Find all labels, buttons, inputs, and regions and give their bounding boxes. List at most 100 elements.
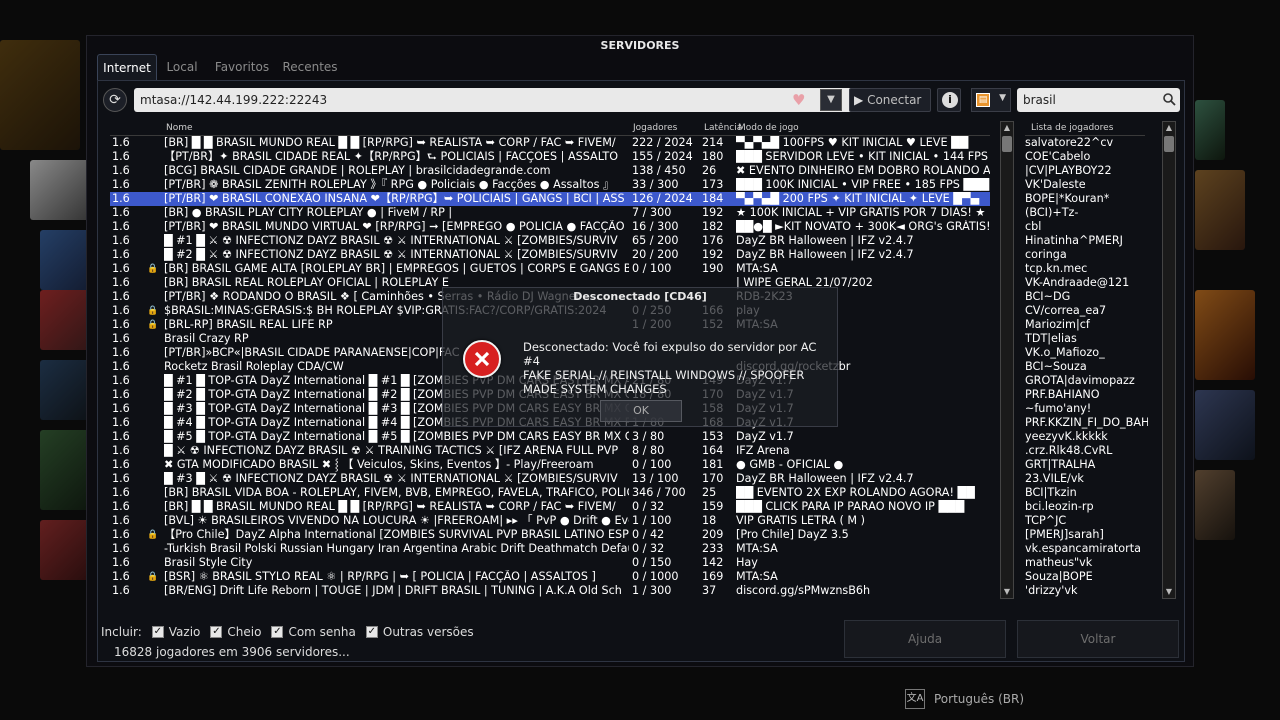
table-row[interactable]: 1.6 [BR/ENG] Drift Life Reborn | TOUGE | … [110, 584, 990, 598]
server-players: 0 / 32 [632, 542, 665, 555]
ok-button[interactable]: OK [600, 400, 682, 422]
language-label: Português (BR) [934, 692, 1024, 706]
scroll-up-icon[interactable]: ▲ [1001, 122, 1013, 134]
server-latency: 169 [702, 570, 724, 583]
server-latency: 209 [702, 528, 724, 541]
refresh-button[interactable]: ⟳ [103, 88, 127, 112]
list-item: VK'Daleste [1025, 178, 1086, 191]
server-latency: 176 [702, 234, 724, 247]
server-latency: 184 [702, 192, 724, 205]
back-button[interactable]: Voltar [1017, 620, 1179, 658]
player-list-scrollbar[interactable]: ▲ ▼ [1162, 121, 1176, 599]
server-mode: MTA:SA [736, 262, 778, 275]
table-row[interactable]: 1.6 █ #3 █ ⚔ ☢ INFECTIONZ DAYZ BRASIL ☢ ⚔… [110, 472, 990, 486]
list-item: BCI~DG [1025, 290, 1071, 303]
scroll-thumb[interactable] [1164, 136, 1174, 152]
table-row[interactable]: 1.6 -Turkish Brasil Polski Russian Hungar… [110, 542, 990, 556]
search-value: brasil [1023, 93, 1056, 107]
table-row[interactable]: 1.6 🔒 [BR] BRASIL GAME ALTA [ROLEPLAY BR] … [110, 262, 990, 276]
column-latency[interactable]: Latência [704, 121, 742, 135]
table-row[interactable]: 1.6 [BVL] ☀ BRASILEIROS VIVENDO NA LOUCUR… [110, 514, 990, 528]
table-row[interactable]: 1.6 🔒 【Pro Chile】DayZ Alpha International … [110, 528, 990, 542]
checkbox-empty[interactable]: ✓ Vazio [151, 625, 200, 639]
server-version: 1.6 [112, 528, 130, 541]
scroll-down-icon[interactable]: ▼ [1001, 586, 1013, 598]
tab-recent[interactable]: Recentes [282, 54, 338, 80]
server-players: 0 / 100 [632, 458, 672, 471]
scroll-thumb[interactable] [1002, 136, 1012, 152]
table-row[interactable]: 1.6 [BR] BRASIL VIDA BOA - ROLEPLAY, FIVE… [110, 486, 990, 500]
server-name: [BR] █ █ BRASIL MUNDO REAL █ █ [RP/RPG] … [164, 500, 616, 513]
table-row[interactable]: 1.6 █ #1 █ ⚔ ☢ INFECTIONZ DAYZ BRASIL ☢ ⚔… [110, 234, 990, 248]
table-row[interactable]: 1.6 [PT/BR] BRASIL VEANTY LITE ROLEPLAY |… [110, 598, 990, 599]
address-dropdown-button[interactable]: ▼ [820, 89, 842, 111]
server-version: 1.6 [112, 598, 146, 599]
server-name: [BR/ENG] Drift Life Reborn | TOUGE | JDM… [164, 584, 622, 597]
table-row[interactable]: 1.6 [PT/BR] ❤ BRASIL CONEXÃO INSANA ❤【RP/… [110, 192, 990, 206]
checkbox-password[interactable]: ✓ Com senha [271, 625, 356, 639]
server-players: 13 / 100 [632, 472, 679, 485]
list-item: Hinatinha^PMERJ [1025, 234, 1123, 247]
checkbox-other-versions[interactable]: ✓ Outras versões [365, 625, 474, 639]
column-mode[interactable]: Modo de jogo [738, 121, 799, 135]
tab-local[interactable]: Local [165, 54, 199, 80]
server-version: 1.6 [112, 178, 130, 191]
table-row[interactable]: 1.6 [BR] █ █ BRASIL MUNDO REAL █ █ [RP/RP… [110, 500, 990, 514]
table-row[interactable]: 1.6 Brasil Style City 0 / 150 142 Hay [110, 556, 990, 570]
server-version: 1.6 [112, 220, 130, 233]
list-item: PRF.KKZIN_FI_DO_BAH [1025, 416, 1148, 429]
player-list: Lista de jogadores salvatore22^cv COE'Cab… [1023, 121, 1148, 599]
server-name: Brasil Style City [164, 556, 253, 569]
server-version: 1.6 [112, 416, 130, 429]
server-version: 1.6 [112, 374, 130, 387]
column-players[interactable]: Jogadores [633, 121, 677, 135]
tab-internet[interactable]: Internet [97, 54, 157, 80]
search-input[interactable]: brasil [1017, 88, 1180, 112]
tab-favorites[interactable]: Favoritos [213, 54, 271, 80]
list-item: bci.leozin-rp [1025, 500, 1094, 513]
list-item: .crz.Rlk48.CvRL [1025, 444, 1113, 457]
info-button[interactable]: i [937, 88, 961, 112]
table-row[interactable]: 1.6 █ #5 █ TOP-GTA DayZ International █ #… [110, 430, 990, 444]
server-latency: 25 [702, 486, 717, 499]
server-mode: ███ SERVIDOR LEVE • KIT INICIAL • 144 FP… [736, 150, 989, 163]
language-selector[interactable]: 文A Português (BR) [905, 689, 1024, 709]
column-name[interactable]: Nome [166, 121, 193, 135]
server-version: 1.6 [112, 500, 130, 513]
server-players: 0 / 100 [632, 262, 672, 275]
server-name: █ #2 █ ⚔ ☢ INFECTIONZ DAYZ BRASIL ☢ ⚔ IN… [164, 248, 618, 261]
scroll-up-icon[interactable]: ▲ [1163, 122, 1175, 134]
server-latency: 164 [702, 444, 724, 457]
table-row[interactable]: 1.6 [BCG] BRASIL CIDADE GRANDE | ROLEPLAY… [110, 164, 990, 178]
help-button[interactable]: Ajuda [844, 620, 1006, 658]
list-item: GROTA|davimopazz [1025, 374, 1135, 387]
table-row[interactable]: 1.6 [BR] ● BRASIL PLAY CITY ROLEPLAY ● | … [110, 206, 990, 220]
list-item: [PMERJ]sarah] [1025, 528, 1104, 541]
checkbox-full[interactable]: ✓ Cheio [210, 625, 261, 639]
server-version: 1.6 [112, 346, 130, 359]
checkbox-full-label: Cheio [227, 625, 262, 639]
dialog-message-line: MADE SYSTEM CHANGES [523, 382, 667, 396]
server-list-scrollbar[interactable]: ▲ ▼ [1000, 121, 1014, 599]
server-players: 138 / 450 [632, 164, 686, 177]
table-row[interactable]: 1.6 [PT/BR] ❁ BRASIL ZENITH ROLEPLAY 》『 R… [110, 178, 990, 192]
list-item: salvatore22^cv [1025, 136, 1114, 149]
table-row[interactable]: 1.6 [BR] █ █ BRASIL MUNDO REAL █ █ [RP/RP… [110, 136, 990, 150]
scroll-down-icon[interactable]: ▼ [1163, 586, 1175, 598]
server-name: -Turkish Brasil Polski Russian Hungary I… [164, 542, 629, 555]
server-latency: 182 [702, 220, 724, 233]
table-row[interactable]: 1.6 ✖ GTA MODIFICADO BRASIL ✖ ⸾ 【 Veiculo… [110, 458, 990, 472]
connect-button[interactable]: ▶ Conectar [849, 88, 931, 112]
table-row[interactable]: 1.6 🔒 [BSR] ⚛ BRASIL STYLO REAL ⚛ | RP/RPG… [110, 570, 990, 584]
address-input[interactable]: mtasa://142.44.199.222:22243 [134, 88, 865, 112]
table-row[interactable]: 1.6 【PT/BR】✦ BRASIL CIDADE REAL ✦【RP/RPG】… [110, 150, 990, 164]
favorite-heart-icon[interactable]: ♥ [792, 91, 805, 109]
server-version: 1.6 [112, 584, 130, 597]
server-name: [BR] BRASIL VIDA BOA - ROLEPLAY, FIVEM, … [164, 486, 629, 499]
filter-button[interactable]: ▤ ▼ [971, 88, 1011, 112]
table-row[interactable]: 1.6 █ #2 █ ⚔ ☢ INFECTIONZ DAYZ BRASIL ☢ ⚔… [110, 248, 990, 262]
search-icon[interactable] [1162, 92, 1176, 106]
server-version: 1.6 [112, 290, 130, 303]
table-row[interactable]: 1.6 █ ⚔ ☢ INFECTIONZ DAYZ BRASIL ☢ ⚔ TRAI… [110, 444, 990, 458]
table-row[interactable]: 1.6 [PT/BR] ❤ BRASIL MUNDO VIRTUAL ❤ [RP/… [110, 220, 990, 234]
